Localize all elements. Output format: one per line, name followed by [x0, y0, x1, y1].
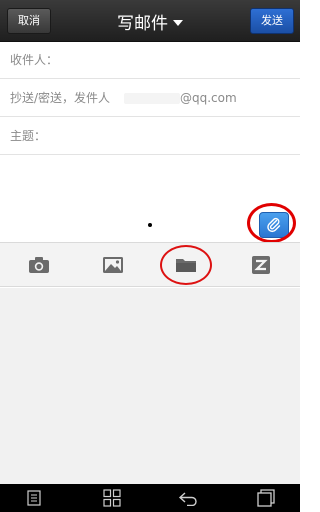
cc-bcc-sender-field[interactable]: 抄送/密送，发件人 @qq.com [0, 80, 300, 117]
redacted-address [124, 93, 180, 104]
to-label: 收件人： [10, 53, 59, 67]
apps-icon[interactable] [102, 489, 122, 507]
page-title: 写邮件 [117, 13, 168, 34]
chevron-down-icon [173, 19, 183, 26]
attachment-highlight-circle [247, 203, 296, 243]
menu-icon[interactable] [24, 489, 44, 507]
system-nav-bar [0, 484, 300, 512]
attachment-toolbar [0, 242, 300, 287]
send-button[interactable]: 发送 [250, 8, 294, 34]
subject-label: 主题： [10, 129, 47, 143]
cursor-dot [148, 223, 152, 227]
cancel-button[interactable]: 取消 [7, 8, 51, 34]
recent-apps-icon[interactable] [256, 489, 276, 507]
back-icon[interactable] [178, 489, 198, 507]
subject-field[interactable]: 主题： [0, 118, 300, 155]
to-field[interactable]: 收件人： [0, 42, 300, 79]
image-icon[interactable] [102, 255, 124, 275]
sender-domain: @qq.com [180, 91, 237, 105]
folder-highlight-circle [160, 245, 212, 285]
cc-label: 抄送/密送，发件人 [10, 91, 111, 105]
attachment-panel [0, 288, 300, 484]
title-bar: 写邮件 取消 发送 [0, 0, 300, 42]
zip-icon[interactable] [250, 255, 272, 275]
camera-icon[interactable] [28, 255, 50, 275]
